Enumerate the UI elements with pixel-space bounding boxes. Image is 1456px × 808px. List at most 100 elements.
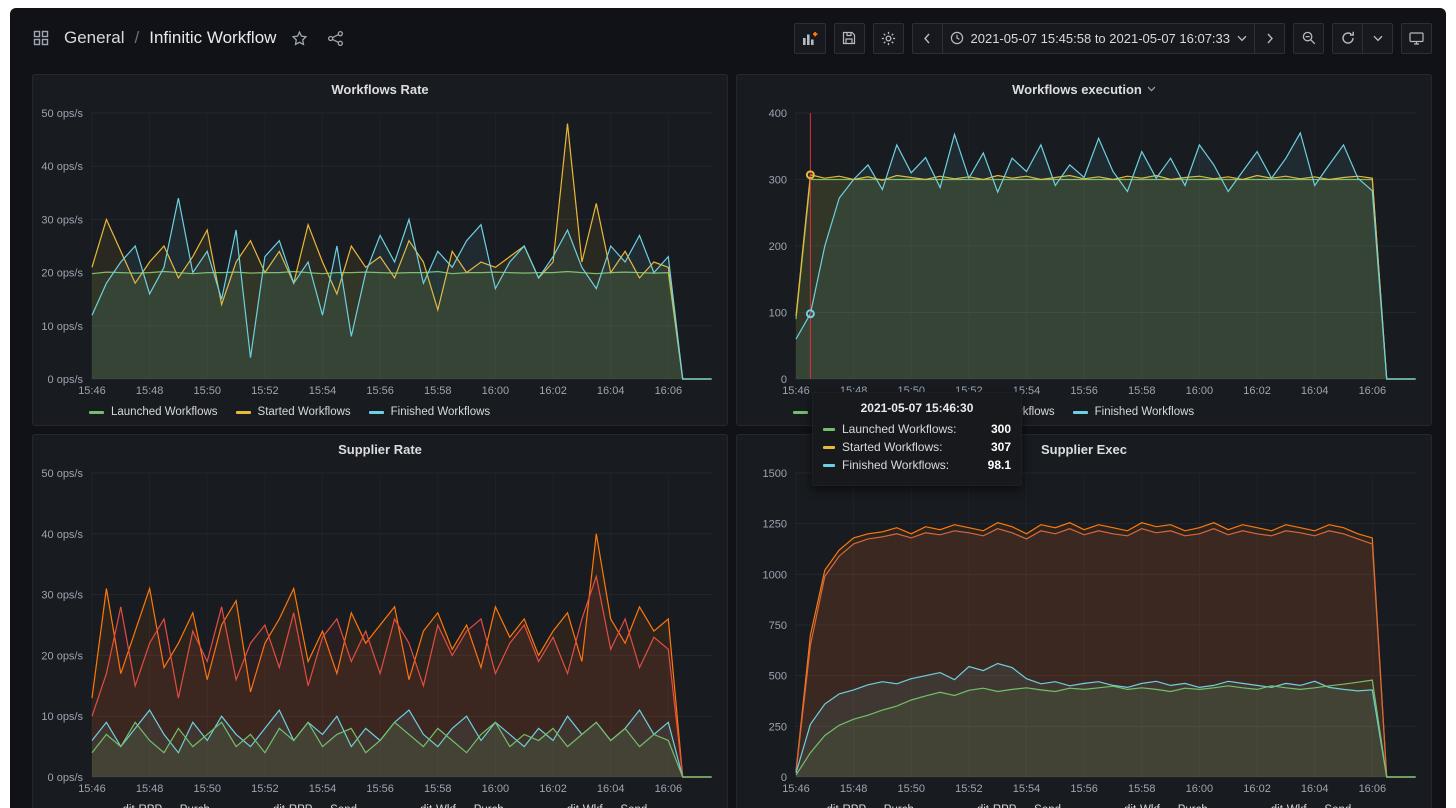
svg-text:20 ops/s: 20 ops/s — [41, 268, 83, 280]
tooltip-series-color — [823, 446, 835, 449]
svg-text:16:02: 16:02 — [1243, 783, 1271, 795]
svg-text:30 ops/s: 30 ops/s — [41, 590, 83, 602]
svg-text:10 ops/s: 10 ops/s — [41, 711, 83, 723]
svg-text:15:50: 15:50 — [193, 385, 221, 397]
panel-title[interactable]: Workflows execution — [1012, 82, 1142, 97]
legend-series-label: …dit-RPP — Send… — [261, 804, 368, 808]
monitor-icon — [1409, 31, 1424, 45]
chart-canvas[interactable]: 15:4615:4815:5015:5215:5415:5615:5816:00… — [33, 103, 727, 399]
svg-text:15:50: 15:50 — [897, 783, 925, 795]
plot-area[interactable]: 15:4615:4815:5015:5215:5415:5615:5816:00… — [33, 463, 727, 797]
add-panel-button[interactable] — [794, 23, 826, 54]
svg-text:15:50: 15:50 — [193, 783, 221, 795]
panel-title[interactable]: Supplier Rate — [338, 442, 422, 457]
legend-item[interactable]: …dit-RPP — Purch… — [89, 804, 221, 808]
dashboard-grid: Workflows Rate 15:4615:4815:5015:5215:54… — [10, 68, 1446, 808]
legend-series-label: …dit-Wkf — Purch… — [409, 804, 516, 808]
svg-text:16:06: 16:06 — [1359, 783, 1387, 795]
share-icon[interactable] — [322, 25, 348, 51]
panel-legend: …dit-RPP — Purch… …dit-RPP — Send… …dit-Wk… — [737, 797, 1431, 808]
svg-text:16:02: 16:02 — [539, 385, 567, 397]
svg-text:15:58: 15:58 — [424, 385, 452, 397]
cycle-view-mode-button[interactable] — [1401, 23, 1432, 54]
tooltip-series-value: 300 — [991, 422, 1011, 436]
legend-series-label: …dit-Wkf — Purch… — [1113, 804, 1220, 808]
legend-series-color — [89, 411, 104, 414]
panel-header[interactable]: Workflows Rate — [33, 75, 727, 103]
refresh-button[interactable] — [1332, 23, 1363, 54]
panel-workflows-execution: Workflows execution 15:4615:4815:5015:52… — [736, 74, 1432, 426]
panel-header[interactable]: Supplier Rate — [33, 435, 727, 463]
svg-text:300: 300 — [769, 175, 787, 187]
svg-text:16:04: 16:04 — [1301, 783, 1329, 795]
panel-menu-caret-icon[interactable] — [1147, 86, 1156, 92]
tooltip-row: Started Workflows:307 — [823, 440, 1011, 454]
refresh-interval-dropdown[interactable] — [1362, 23, 1393, 54]
plot-area[interactable]: 15:4615:4815:5015:5215:5415:5615:5816:00… — [737, 463, 1431, 797]
legend-series-label: …dit-RPP — Purch… — [111, 804, 221, 808]
legend-item[interactable]: …dit-RPP — Send… — [943, 804, 1072, 808]
chart-canvas[interactable]: 15:4615:4815:5015:5215:5415:5615:5816:00… — [737, 463, 1431, 797]
panel-header[interactable]: Workflows execution — [737, 75, 1431, 103]
legend-series-label: Launched Workflows — [111, 406, 218, 418]
svg-text:16:06: 16:06 — [1359, 385, 1387, 397]
legend-series-label: …dit-Wkf — Send… — [1259, 804, 1363, 808]
tooltip-series-label: Finished Workflows: — [842, 458, 988, 472]
chevron-down-icon — [1373, 35, 1383, 42]
legend-item[interactable]: Finished Workflows — [1073, 406, 1195, 418]
navbar-actions: 2021-05-07 15:45:58 to 2021-05-07 16:07:… — [794, 23, 1433, 54]
panel-title[interactable]: Supplier Exec — [1041, 442, 1127, 457]
svg-text:15:54: 15:54 — [1013, 783, 1041, 795]
legend-item[interactable]: …dit-Wkf — Purch… — [387, 804, 516, 808]
panel-legend: …dit-RPP — Purch… …dit-RPP — Send… …dit-Wk… — [33, 797, 727, 808]
dashboards-grid-icon[interactable] — [28, 25, 54, 51]
time-range-picker-button[interactable]: 2021-05-07 15:45:58 to 2021-05-07 16:07:… — [942, 23, 1256, 54]
save-dashboard-button[interactable] — [834, 23, 865, 54]
legend-item[interactable]: …dit-RPP — Send… — [239, 804, 368, 808]
svg-text:15:46: 15:46 — [78, 783, 106, 795]
legend-item[interactable]: …dit-Wkf — Send… — [1237, 804, 1363, 808]
svg-text:15:52: 15:52 — [251, 783, 279, 795]
plot-area[interactable]: 15:4615:4815:5015:5215:5415:5615:5816:00… — [737, 103, 1431, 399]
svg-text:16:06: 16:06 — [655, 783, 683, 795]
svg-text:750: 750 — [769, 620, 787, 632]
tooltip-timestamp: 2021-05-07 15:46:30 — [823, 401, 1011, 415]
chart-canvas[interactable]: 15:4615:4815:5015:5215:5415:5615:5816:00… — [33, 463, 727, 797]
plot-area[interactable]: 15:4615:4815:5015:5215:5415:5615:5816:00… — [33, 103, 727, 399]
tooltip-row: Launched Workflows:300 — [823, 422, 1011, 436]
legend-item[interactable]: …dit-RPP — Purch… — [793, 804, 925, 808]
tooltip-series-label: Launched Workflows: — [842, 422, 991, 436]
legend-item[interactable]: Launched Workflows — [89, 406, 218, 418]
svg-text:0: 0 — [781, 374, 787, 386]
star-icon[interactable] — [286, 25, 312, 51]
svg-text:40 ops/s: 40 ops/s — [41, 529, 83, 541]
svg-text:15:58: 15:58 — [1128, 385, 1156, 397]
time-shift-forward-button[interactable] — [1254, 23, 1285, 54]
legend-item[interactable]: …dit-Wkf — Purch… — [1091, 804, 1220, 808]
panel-workflows-rate: Workflows Rate 15:4615:4815:5015:5215:54… — [32, 74, 728, 426]
chevron-down-icon — [1237, 35, 1247, 42]
panel-supplier-exec: Supplier Exec 15:4615:4815:5015:5215:541… — [736, 434, 1432, 808]
svg-text:0 ops/s: 0 ops/s — [48, 374, 84, 386]
zoom-out-time-button[interactable] — [1293, 23, 1324, 54]
breadcrumb: General / Infinitic Workflow — [64, 28, 276, 48]
legend-item[interactable]: …dit-Wkf — Send… — [533, 804, 659, 808]
legend-item[interactable]: Started Workflows — [236, 406, 351, 418]
svg-text:15:48: 15:48 — [840, 783, 868, 795]
chart-canvas[interactable]: 15:4615:4815:5015:5215:5415:5615:5816:00… — [737, 103, 1431, 399]
svg-text:1000: 1000 — [763, 569, 787, 581]
svg-text:16:06: 16:06 — [655, 385, 683, 397]
svg-text:30 ops/s: 30 ops/s — [41, 214, 83, 226]
svg-text:15:56: 15:56 — [366, 783, 394, 795]
breadcrumb-folder[interactable]: General — [64, 28, 124, 48]
chart-tooltip: 2021-05-07 15:46:30 Launched Workflows:3… — [812, 392, 1022, 486]
dashboard-title[interactable]: Infinitic Workflow — [149, 28, 276, 48]
dashboard-settings-button[interactable] — [873, 23, 904, 54]
grafana-app: General / Infinitic Workflow — [10, 8, 1446, 808]
panel-title[interactable]: Workflows Rate — [331, 82, 428, 97]
tooltip-series-label: Started Workflows: — [842, 440, 991, 454]
legend-item[interactable]: Finished Workflows — [369, 406, 491, 418]
svg-text:15:58: 15:58 — [1128, 783, 1156, 795]
svg-text:100: 100 — [769, 308, 787, 320]
time-shift-back-button[interactable] — [912, 23, 943, 54]
